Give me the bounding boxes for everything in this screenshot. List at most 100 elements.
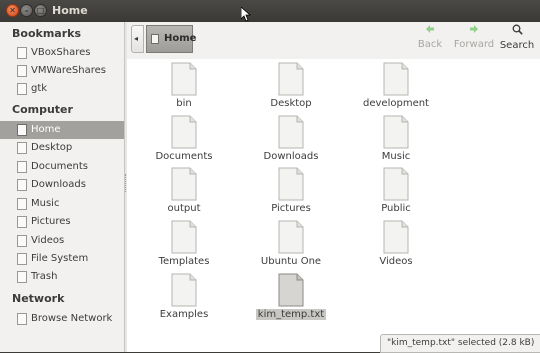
folder-icon [17,179,27,191]
file-item-public[interactable]: Public [354,167,438,214]
sidebar-item-label: VMWareShares [31,65,106,76]
folder-icon [17,235,27,247]
file-item-ubuntu-one[interactable]: Ubuntu One [249,220,333,267]
title-bar: ✕ – □ Home [0,0,540,23]
sidebar-item-file-system[interactable]: File System [0,250,124,268]
file-name: Pictures [271,203,311,214]
file-item-examples[interactable]: Examples [142,273,226,320]
sidebar-item-label: Music [31,198,60,209]
search-button[interactable]: Search [498,24,536,51]
sidebar-item-videos[interactable]: Videos [0,232,124,250]
folder-icon [278,220,304,254]
sidebar-item-label: gtk [31,83,48,94]
close-icon: ✕ [9,6,16,15]
sidebar-item-downloads[interactable]: Downloads [0,176,124,194]
file-item-videos[interactable]: Videos [354,220,438,267]
file-item-documents[interactable]: Documents [142,115,226,162]
file-name: Desktop [270,98,312,109]
sidebar-item-label: Videos [31,235,65,246]
file-name: bin [176,98,192,109]
sidebar-item-label: VBoxShares [31,47,91,58]
sidebar-heading-network: Network [12,292,65,305]
path-bar-back-button[interactable]: ◂ [131,25,144,53]
file-item-downloads[interactable]: Downloads [249,115,333,162]
text-file-icon [278,273,304,307]
network-icon [17,313,27,325]
close-window-button[interactable]: ✕ [6,4,19,17]
folder-icon [171,273,197,307]
minimize-window-button[interactable]: – [20,4,33,17]
sidebar-item-label: Browse Network [31,313,113,324]
folder-icon [171,167,197,201]
desktop-icon [17,142,27,154]
maximize-window-button[interactable]: □ [34,4,47,17]
mouse-pointer-icon [241,7,251,22]
folder-icon [278,62,304,96]
path-back-arrow-icon: ◂ [134,34,139,43]
file-name: output [167,203,201,214]
forward-button[interactable]: Forward [452,24,496,50]
window-title: Home [52,4,88,17]
sidebar-item-browse-network[interactable]: Browse Network [0,310,124,328]
file-name: Videos [379,256,413,267]
file-item-output[interactable]: output [142,167,226,214]
file-view[interactable]: bin Desktop development Documents Downlo… [127,59,540,352]
file-item-bin[interactable]: bin [142,62,226,109]
file-item-templates[interactable]: Templates [142,220,226,267]
sidebar-item-label: Downloads [31,179,86,190]
sidebar-item-music[interactable]: Music [0,195,124,213]
sidebar-item-label: Pictures [31,216,71,227]
file-name: Public [381,203,411,214]
file-item-kim-temp-txt[interactable]: kim_temp.txt [249,273,333,320]
sidebar-item-documents[interactable]: Documents [0,158,124,176]
sidebar-item-label: Home [31,124,61,135]
sidebar-item-desktop[interactable]: Desktop [0,139,124,157]
back-arrow-icon [426,25,434,33]
folder-icon [17,216,27,228]
file-item-desktop[interactable]: Desktop [249,62,333,109]
folder-icon [383,220,409,254]
status-bar: "kim_temp.txt" selected (2.8 kB) [380,334,540,353]
folder-icon [17,198,27,210]
sidebar: Bookmarks VBoxShares VMWareShares gtk Co… [0,22,125,352]
sidebar-item-vmwareshares[interactable]: VMWareShares [0,62,124,80]
home-icon [17,124,27,136]
file-name: kim_temp.txt [255,309,327,320]
folder-icon [17,161,27,173]
folder-icon [278,115,304,149]
folder-icon [383,115,409,149]
path-bar-label: Home [164,33,197,44]
back-button[interactable]: Back [412,24,448,50]
forward-button-label: Forward [453,39,495,50]
folder-icon [171,220,197,254]
maximize-icon: □ [36,6,45,15]
sidebar-item-pictures[interactable]: Pictures [0,213,124,231]
search-button-label: Search [499,40,535,51]
folder-icon [278,167,304,201]
sidebar-item-trash[interactable]: Trash [0,268,124,286]
file-name: development [363,98,429,109]
file-name: Examples [159,309,209,320]
path-bar-home-button[interactable]: Home [146,25,197,53]
file-item-pictures[interactable]: Pictures [249,167,333,214]
sidebar-item-home[interactable]: Home [0,121,124,139]
forward-arrow-icon [470,25,478,33]
sidebar-item-label: Documents [31,161,89,172]
folder-icon [171,62,197,96]
folder-icon [17,65,27,77]
sidebar-item-vboxshares[interactable]: VBoxShares [0,44,124,62]
sidebar-item-gtk[interactable]: gtk [0,80,124,98]
file-item-music[interactable]: Music [354,115,438,162]
minimize-icon: – [24,6,29,15]
folder-icon [383,167,409,201]
folder-icon [17,47,27,59]
file-item-development[interactable]: development [354,62,438,109]
sidebar-item-label: File System [31,253,89,264]
sidebar-item-label: Desktop [31,142,73,153]
folder-icon [383,62,409,96]
home-folder-icon [151,34,159,44]
search-icon [512,24,523,35]
trash-icon [17,271,27,283]
folder-icon [171,115,197,149]
file-name: Ubuntu One [260,256,322,267]
